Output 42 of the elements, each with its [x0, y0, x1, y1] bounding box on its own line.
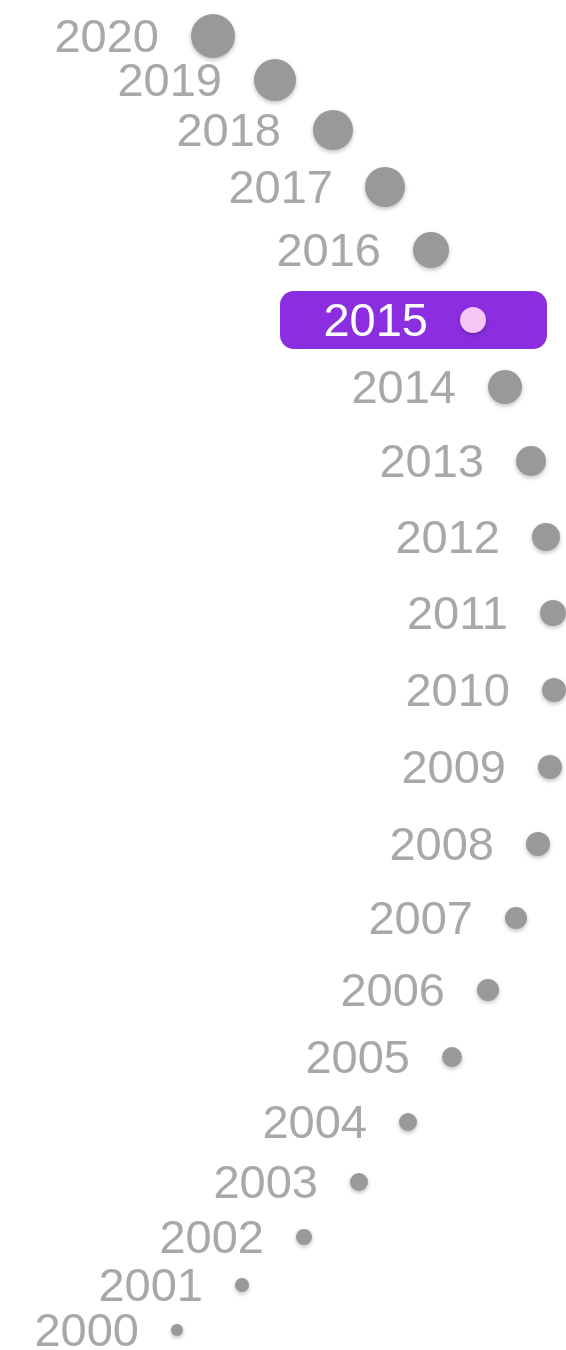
year-option[interactable]: 2014	[351, 365, 522, 409]
year-option[interactable]: 2011	[406, 591, 566, 635]
year-option[interactable]: 2015	[280, 291, 547, 349]
dot-icon	[488, 370, 522, 404]
dot-icon	[477, 979, 499, 1001]
year-option[interactable]: 2005	[305, 1035, 462, 1079]
year-option[interactable]: 2006	[340, 968, 499, 1012]
year-option[interactable]: 2004	[262, 1100, 417, 1144]
dot-icon	[254, 59, 296, 101]
year-option[interactable]: 2009	[401, 745, 562, 789]
dot-icon	[442, 1047, 462, 1067]
dot-icon	[538, 755, 562, 779]
dot-icon	[191, 14, 235, 58]
dot-icon	[532, 523, 560, 551]
year-option[interactable]: 2001	[98, 1263, 249, 1307]
year-option[interactable]: 2016	[276, 228, 449, 272]
dot-icon	[542, 678, 566, 702]
dot-icon	[235, 1278, 249, 1292]
dot-icon	[313, 110, 353, 150]
dot-icon	[505, 907, 527, 929]
year-option[interactable]: 2000	[34, 1308, 183, 1350]
dot-icon	[296, 1229, 312, 1245]
dot-icon	[526, 832, 550, 856]
dot-icon	[413, 232, 449, 268]
year-option[interactable]: 2019	[117, 58, 296, 102]
year-option[interactable]: 2003	[213, 1160, 368, 1204]
dot-icon	[516, 446, 546, 476]
dot-icon	[460, 307, 486, 333]
year-option[interactable]: 2012	[395, 515, 560, 559]
year-option[interactable]: 2010	[405, 668, 566, 712]
year-option[interactable]: 2017	[228, 165, 405, 209]
dot-icon	[399, 1113, 417, 1131]
dot-icon	[365, 167, 405, 207]
year-option[interactable]: 2018	[176, 108, 353, 152]
year-option[interactable]: 2008	[389, 822, 550, 866]
year-option[interactable]: 2013	[379, 439, 546, 483]
dot-icon	[350, 1173, 368, 1191]
year-option[interactable]: 2020	[54, 14, 235, 58]
year-option[interactable]: 2007	[368, 896, 527, 940]
dot-icon	[540, 600, 566, 626]
year-option[interactable]: 2002	[159, 1215, 312, 1259]
dot-icon	[171, 1324, 183, 1336]
